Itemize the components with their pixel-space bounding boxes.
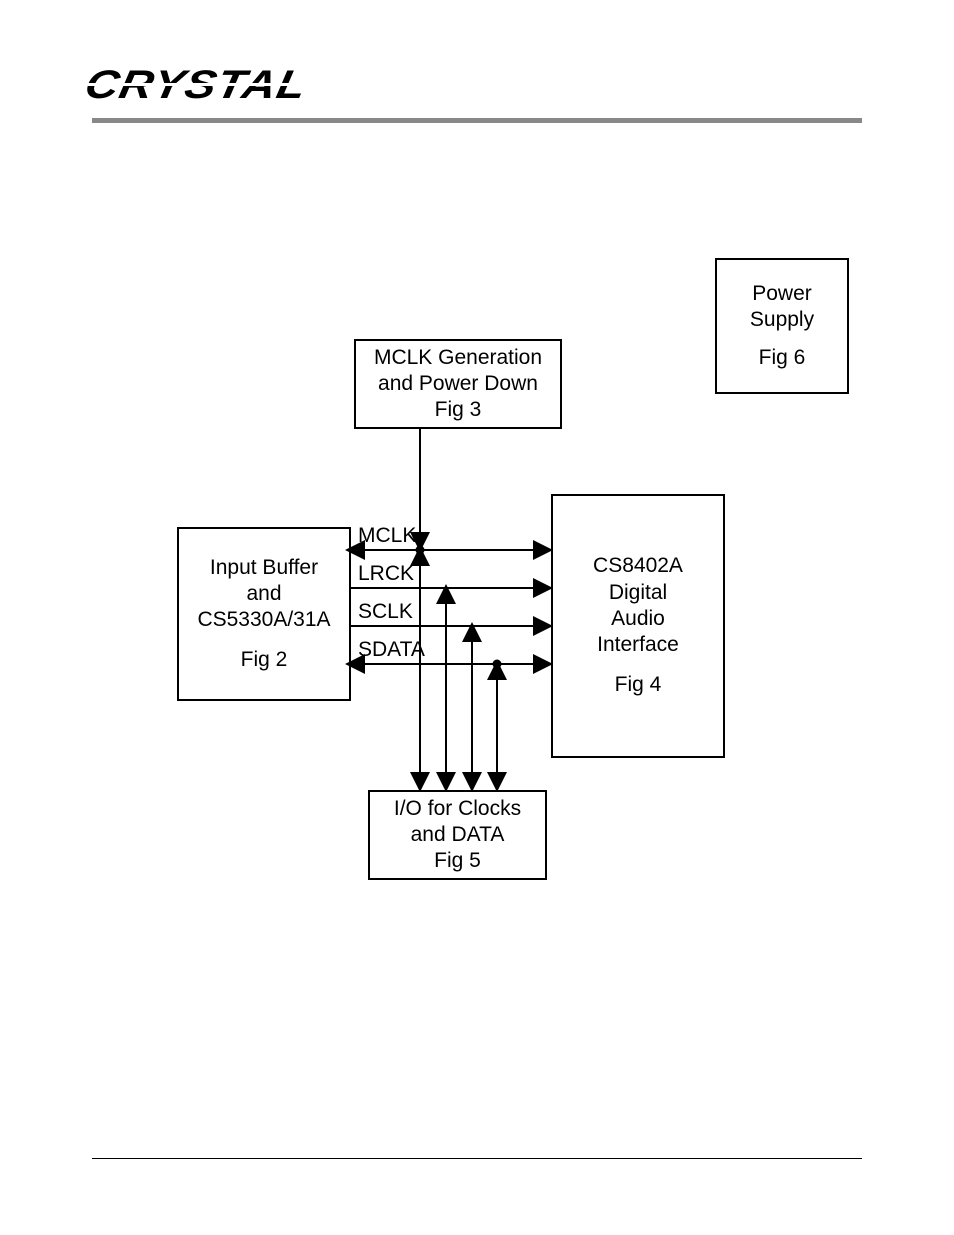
wiring-svg [0, 0, 954, 1235]
footer-rule [92, 1158, 862, 1159]
page-root: CRYSTAL Power Supply Fig 6 MCLK Generati… [0, 0, 954, 1235]
